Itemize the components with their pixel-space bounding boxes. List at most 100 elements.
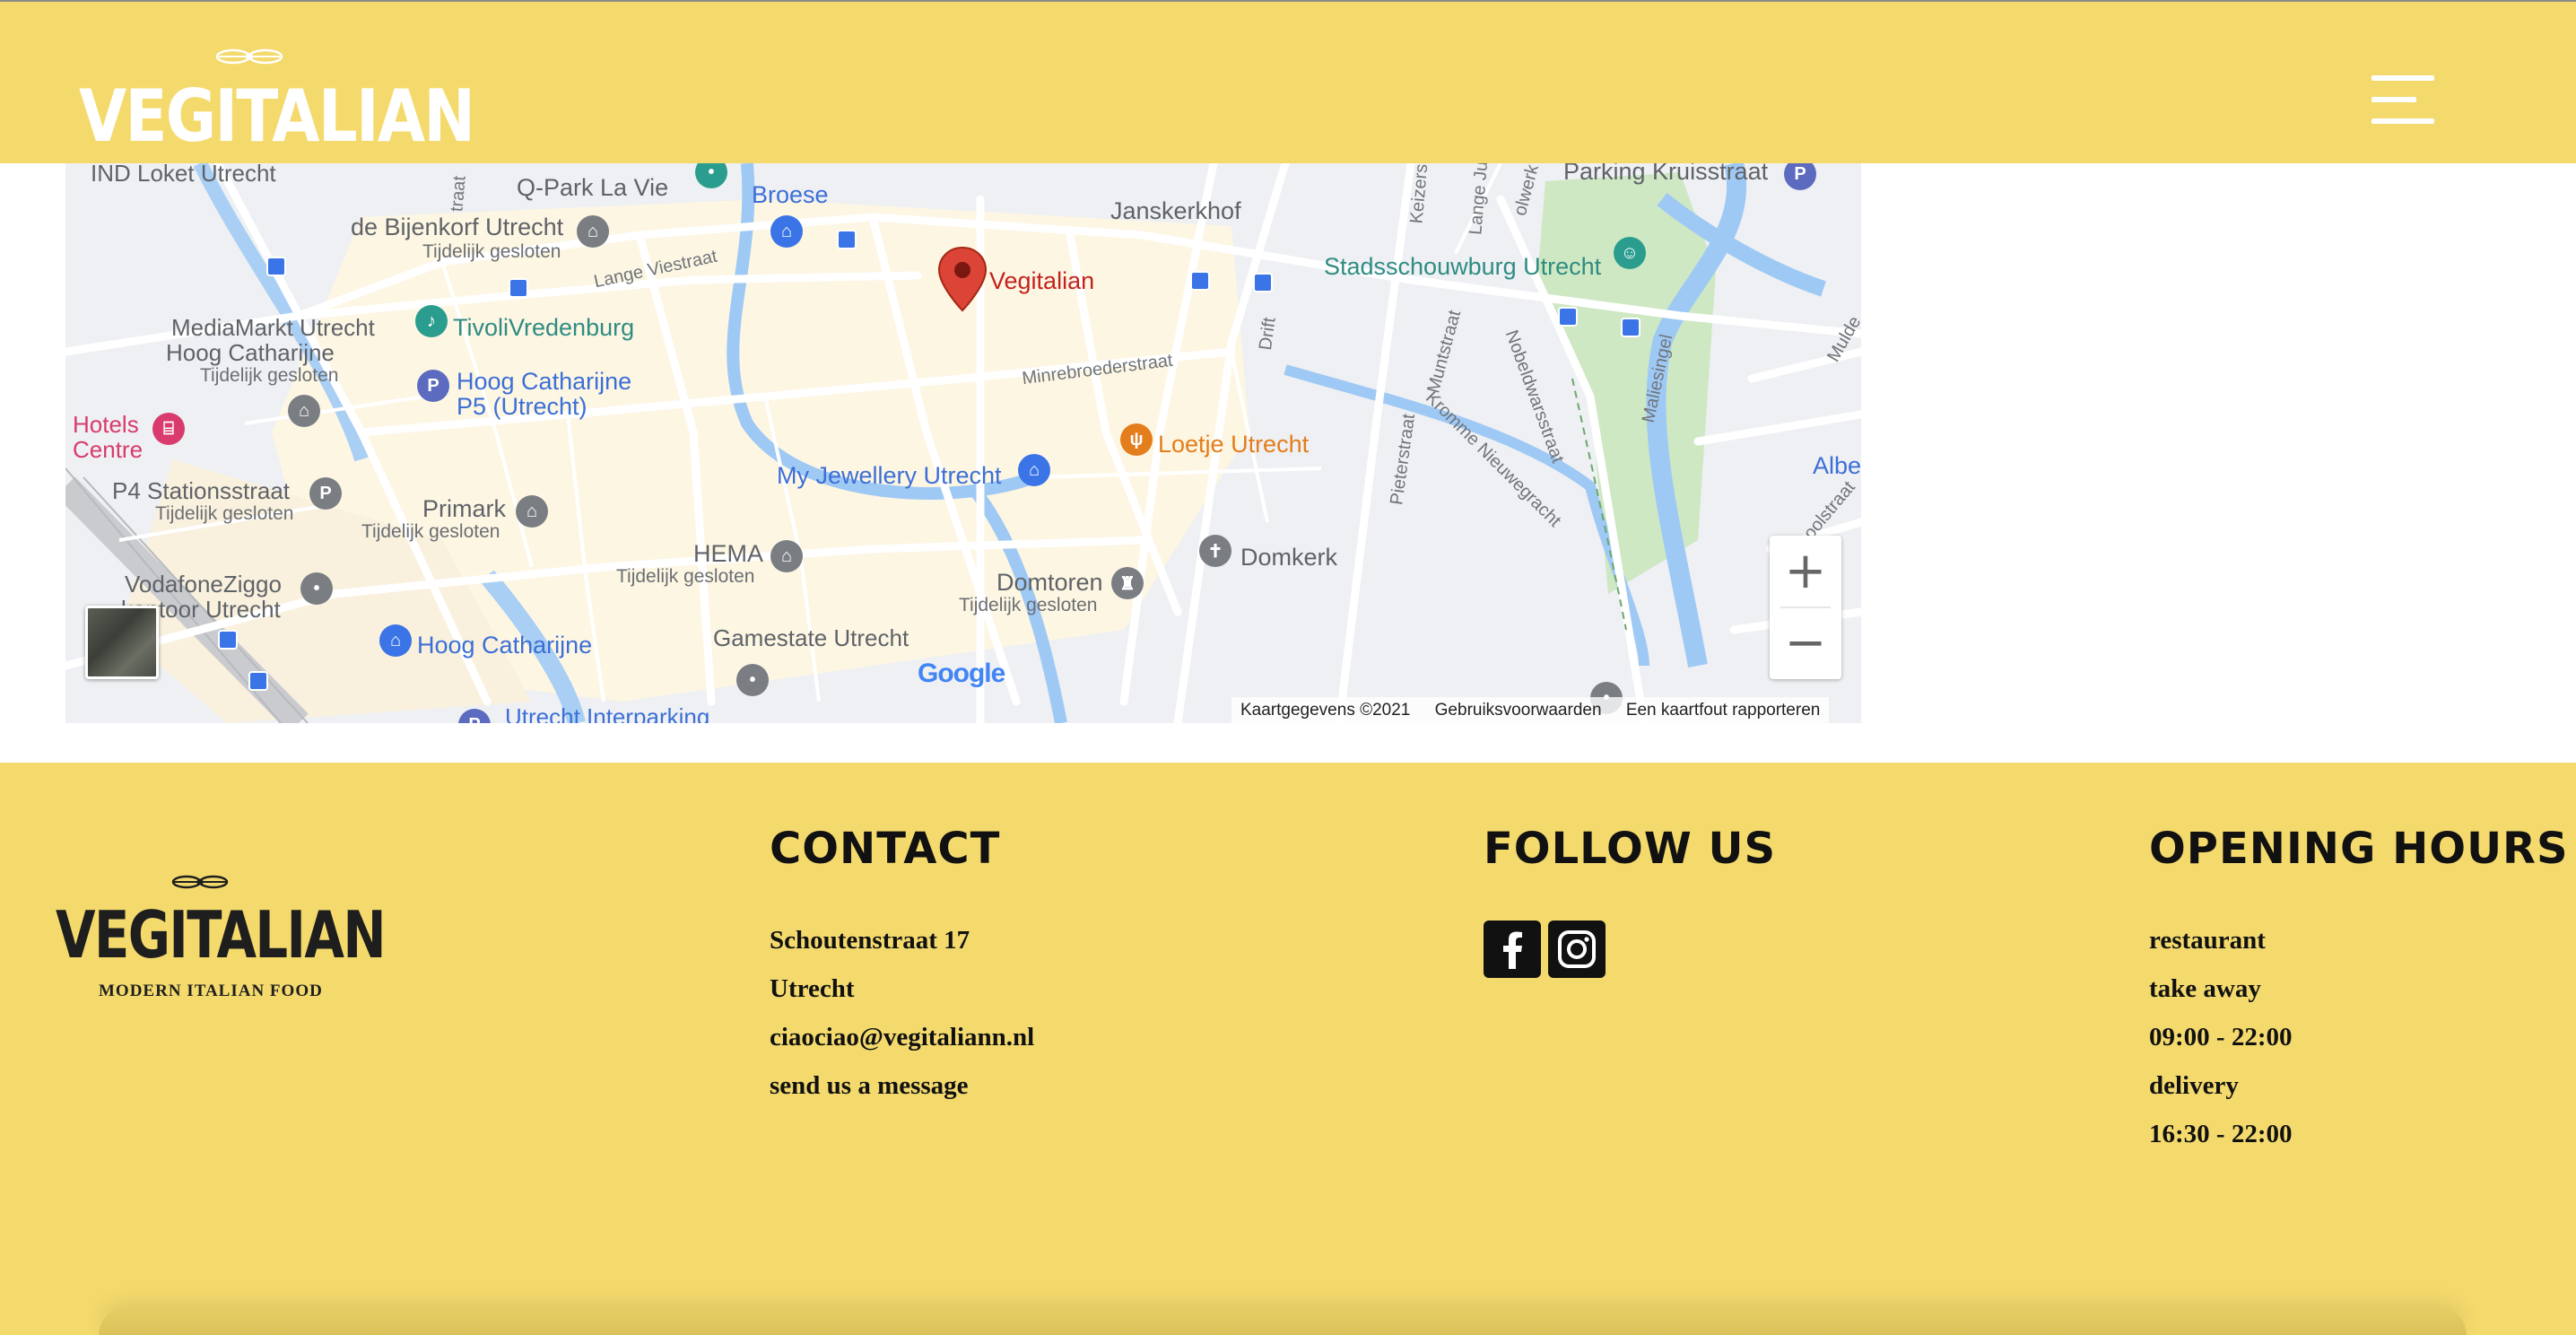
street-straat: traat xyxy=(447,175,470,213)
map-label-vodafone-1[interactable]: VodafoneZiggo xyxy=(125,572,282,596)
contact-list: Schoutenstraat 17 Utrecht ciaociao@vegit… xyxy=(770,926,1034,1120)
hours-delivery-label: delivery xyxy=(2149,1071,2239,1100)
google-logo-text: Google xyxy=(918,659,1005,688)
leaf-emblem-icon xyxy=(171,875,229,889)
theater-pin-icon[interactable]: ☺ xyxy=(1614,237,1646,269)
map-label-hoog-p5-1[interactable]: Hoog Catharijne xyxy=(457,370,631,394)
bus-stop-icon[interactable] xyxy=(1621,318,1640,337)
bus-stop-icon[interactable] xyxy=(218,630,238,650)
parking-pin-icon[interactable]: P xyxy=(309,477,342,510)
bus-stop-icon[interactable] xyxy=(1558,307,1578,327)
map-zoom-control: + − xyxy=(1770,536,1841,679)
contact-heading: CONTACT xyxy=(770,824,1001,874)
map-label-mediamarkt-1[interactable]: MediaMarkt Utrecht xyxy=(171,316,375,339)
header-logo-text: VEGITALIAN xyxy=(79,74,475,158)
map-label-domtoren[interactable]: Domtoren xyxy=(996,571,1103,595)
map-sublabel-hema: Tijdelijk gesloten xyxy=(616,566,755,587)
leaf-emblem-icon xyxy=(215,48,283,65)
map-data-credit: Kaartgegevens ©2021 xyxy=(1240,701,1411,720)
bus-stop-icon[interactable] xyxy=(248,671,268,691)
footer-bottom-bar xyxy=(99,1308,2467,1335)
bus-stop-icon[interactable] xyxy=(509,278,528,298)
shopping-bag-pin-icon[interactable]: ⌂ xyxy=(288,395,320,427)
site-header: VEGITALIAN xyxy=(0,0,2576,163)
satellite-view-toggle[interactable] xyxy=(85,606,159,679)
map-attribution: Kaartgegevens ©2021 Gebruiksvoorwaarden … xyxy=(1231,697,1830,723)
location-pin-icon[interactable]: • xyxy=(736,664,769,696)
bus-stop-icon[interactable] xyxy=(266,257,286,276)
map-label-hotels-1[interactable]: Hotels xyxy=(73,413,139,436)
map-sublabel-p4: Tijdelijk gesloten xyxy=(155,503,294,524)
map-label-tivoli[interactable]: TivoliVredenburg xyxy=(453,316,634,340)
restaurant-pin-icon[interactable]: ψ xyxy=(1120,423,1153,456)
map-label-loetje[interactable]: Loetje Utrecht xyxy=(1158,432,1309,457)
map-sublabel-domtoren: Tijdelijk gesloten xyxy=(959,595,1098,615)
bus-stop-icon[interactable] xyxy=(837,230,857,249)
follow-us-heading: FOLLOW US xyxy=(1484,824,1777,874)
map-label-hoog-catharijne[interactable]: Hoog Catharijne xyxy=(417,633,592,658)
map-label-vegitalian[interactable]: Vegitalian xyxy=(989,269,1094,293)
map-label-ind-loket: IND Loket Utrecht xyxy=(91,163,276,187)
footer-logo-text: VEGITALIAN xyxy=(56,897,387,973)
instagram-glyph-icon xyxy=(1558,930,1596,968)
landmark-pin-icon[interactable]: ♜ xyxy=(1111,567,1144,599)
google-map[interactable]: IND Loket Utrecht Q-Park La Vie Broese J… xyxy=(65,163,1861,723)
vegitalian-location-pin-icon[interactable] xyxy=(937,246,988,312)
map-label-primark[interactable]: Primark xyxy=(422,497,506,521)
map-label-gamestate[interactable]: Gamestate Utrecht xyxy=(713,626,909,650)
map-label-p4[interactable]: P4 Stationsstraat xyxy=(112,479,290,502)
map-label-hoog-p5-2: P5 (Utrecht) xyxy=(457,393,587,420)
site-footer: VEGITALIAN MODERN ITALIAN FOOD CONTACT S… xyxy=(0,763,2576,1335)
hotel-pin-icon[interactable]: ⌸ xyxy=(152,413,185,445)
opening-hours-heading: OPENING HOURS xyxy=(2149,824,2569,874)
bus-stop-icon[interactable] xyxy=(1190,271,1210,291)
contact-city: Utrecht xyxy=(770,974,855,1003)
map-report-error-link[interactable]: Een kaartfout rapporteren xyxy=(1626,701,1821,720)
map-sublabel-primark: Tijdelijk gesloten xyxy=(361,521,500,542)
instagram-icon[interactable] xyxy=(1548,921,1606,978)
street-drift: Drift xyxy=(1255,316,1280,352)
opening-hours-list: restaurant take away 09:00 - 22:00 deliv… xyxy=(2149,926,2292,1168)
hours-takeaway-time: 09:00 - 22:00 xyxy=(2149,1023,2293,1051)
shopping-bag-pin-icon[interactable]: ⌂ xyxy=(1018,454,1050,486)
map-sublabel-bijenkorf: Tijdelijk gesloten xyxy=(422,241,561,262)
map-label-albe: Albe xyxy=(1813,452,1861,479)
church-pin-icon[interactable]: ✝ xyxy=(1199,535,1231,567)
map-terms-link[interactable]: Gebruiksvoorwaarden xyxy=(1435,701,1602,720)
header-logo[interactable]: VEGITALIAN xyxy=(79,38,475,163)
map-label-qpark: Q-Park La Vie xyxy=(517,174,669,201)
map-label-jewellery[interactable]: My Jewellery Utrecht xyxy=(777,464,1002,488)
shopping-bag-pin-icon[interactable]: ⌂ xyxy=(577,215,609,248)
shopping-bag-pin-icon[interactable]: ⌂ xyxy=(516,495,548,528)
music-venue-pin-icon[interactable]: ♪ xyxy=(415,305,448,337)
hours-delivery-time: 16:30 - 22:00 xyxy=(2149,1120,2293,1148)
send-message-link[interactable]: send us a message xyxy=(770,1071,1034,1120)
facebook-glyph-icon xyxy=(1503,931,1522,969)
google-logo: Google xyxy=(918,659,1005,689)
parking-pin-icon[interactable]: P xyxy=(417,370,449,402)
map-label-broese[interactable]: Broese xyxy=(752,183,829,207)
shopping-bag-pin-icon[interactable]: ⌂ xyxy=(770,540,803,572)
facebook-icon[interactable] xyxy=(1484,921,1541,978)
map-label-domkerk[interactable]: Domkerk xyxy=(1240,545,1337,570)
map-sublabel-mediamarkt: Tijdelijk gesloten xyxy=(200,365,339,386)
bus-stop-icon[interactable] xyxy=(1253,273,1273,292)
map-label-parking-kruisstraat: Parking Kruisstraat xyxy=(1563,163,1769,185)
contact-address: Schoutenstraat 17 xyxy=(770,926,970,955)
hamburger-menu-icon[interactable] xyxy=(2368,75,2440,127)
contact-email-link[interactable]: ciaociao@vegitaliann.nl xyxy=(770,1023,1034,1071)
zoom-in-button[interactable]: + xyxy=(1770,536,1841,607)
map-label-hema[interactable]: HEMA xyxy=(693,542,763,566)
map-label-interparking[interactable]: Utrecht Interparking xyxy=(505,705,709,723)
map-label-bijenkorf[interactable]: de Bijenkorf Utrecht xyxy=(351,215,563,240)
shopping-bag-pin-icon[interactable]: ⌂ xyxy=(379,624,412,657)
location-pin-icon[interactable]: • xyxy=(300,572,333,605)
map-label-stadsschouwburg[interactable]: Stadsschouwburg Utrecht xyxy=(1324,255,1601,279)
map-label-hotels-2: Centre xyxy=(73,436,144,463)
hours-takeaway-label: take away xyxy=(2149,974,2261,1003)
footer-logo-tagline: MODERN ITALIAN FOOD xyxy=(99,982,323,1000)
hours-restaurant-label: restaurant xyxy=(2149,926,2266,955)
map-label-janskerkhof: Janskerkhof xyxy=(1110,197,1241,224)
zoom-out-button[interactable]: − xyxy=(1770,607,1841,679)
shopping-bag-pin-icon[interactable]: ⌂ xyxy=(770,215,803,248)
